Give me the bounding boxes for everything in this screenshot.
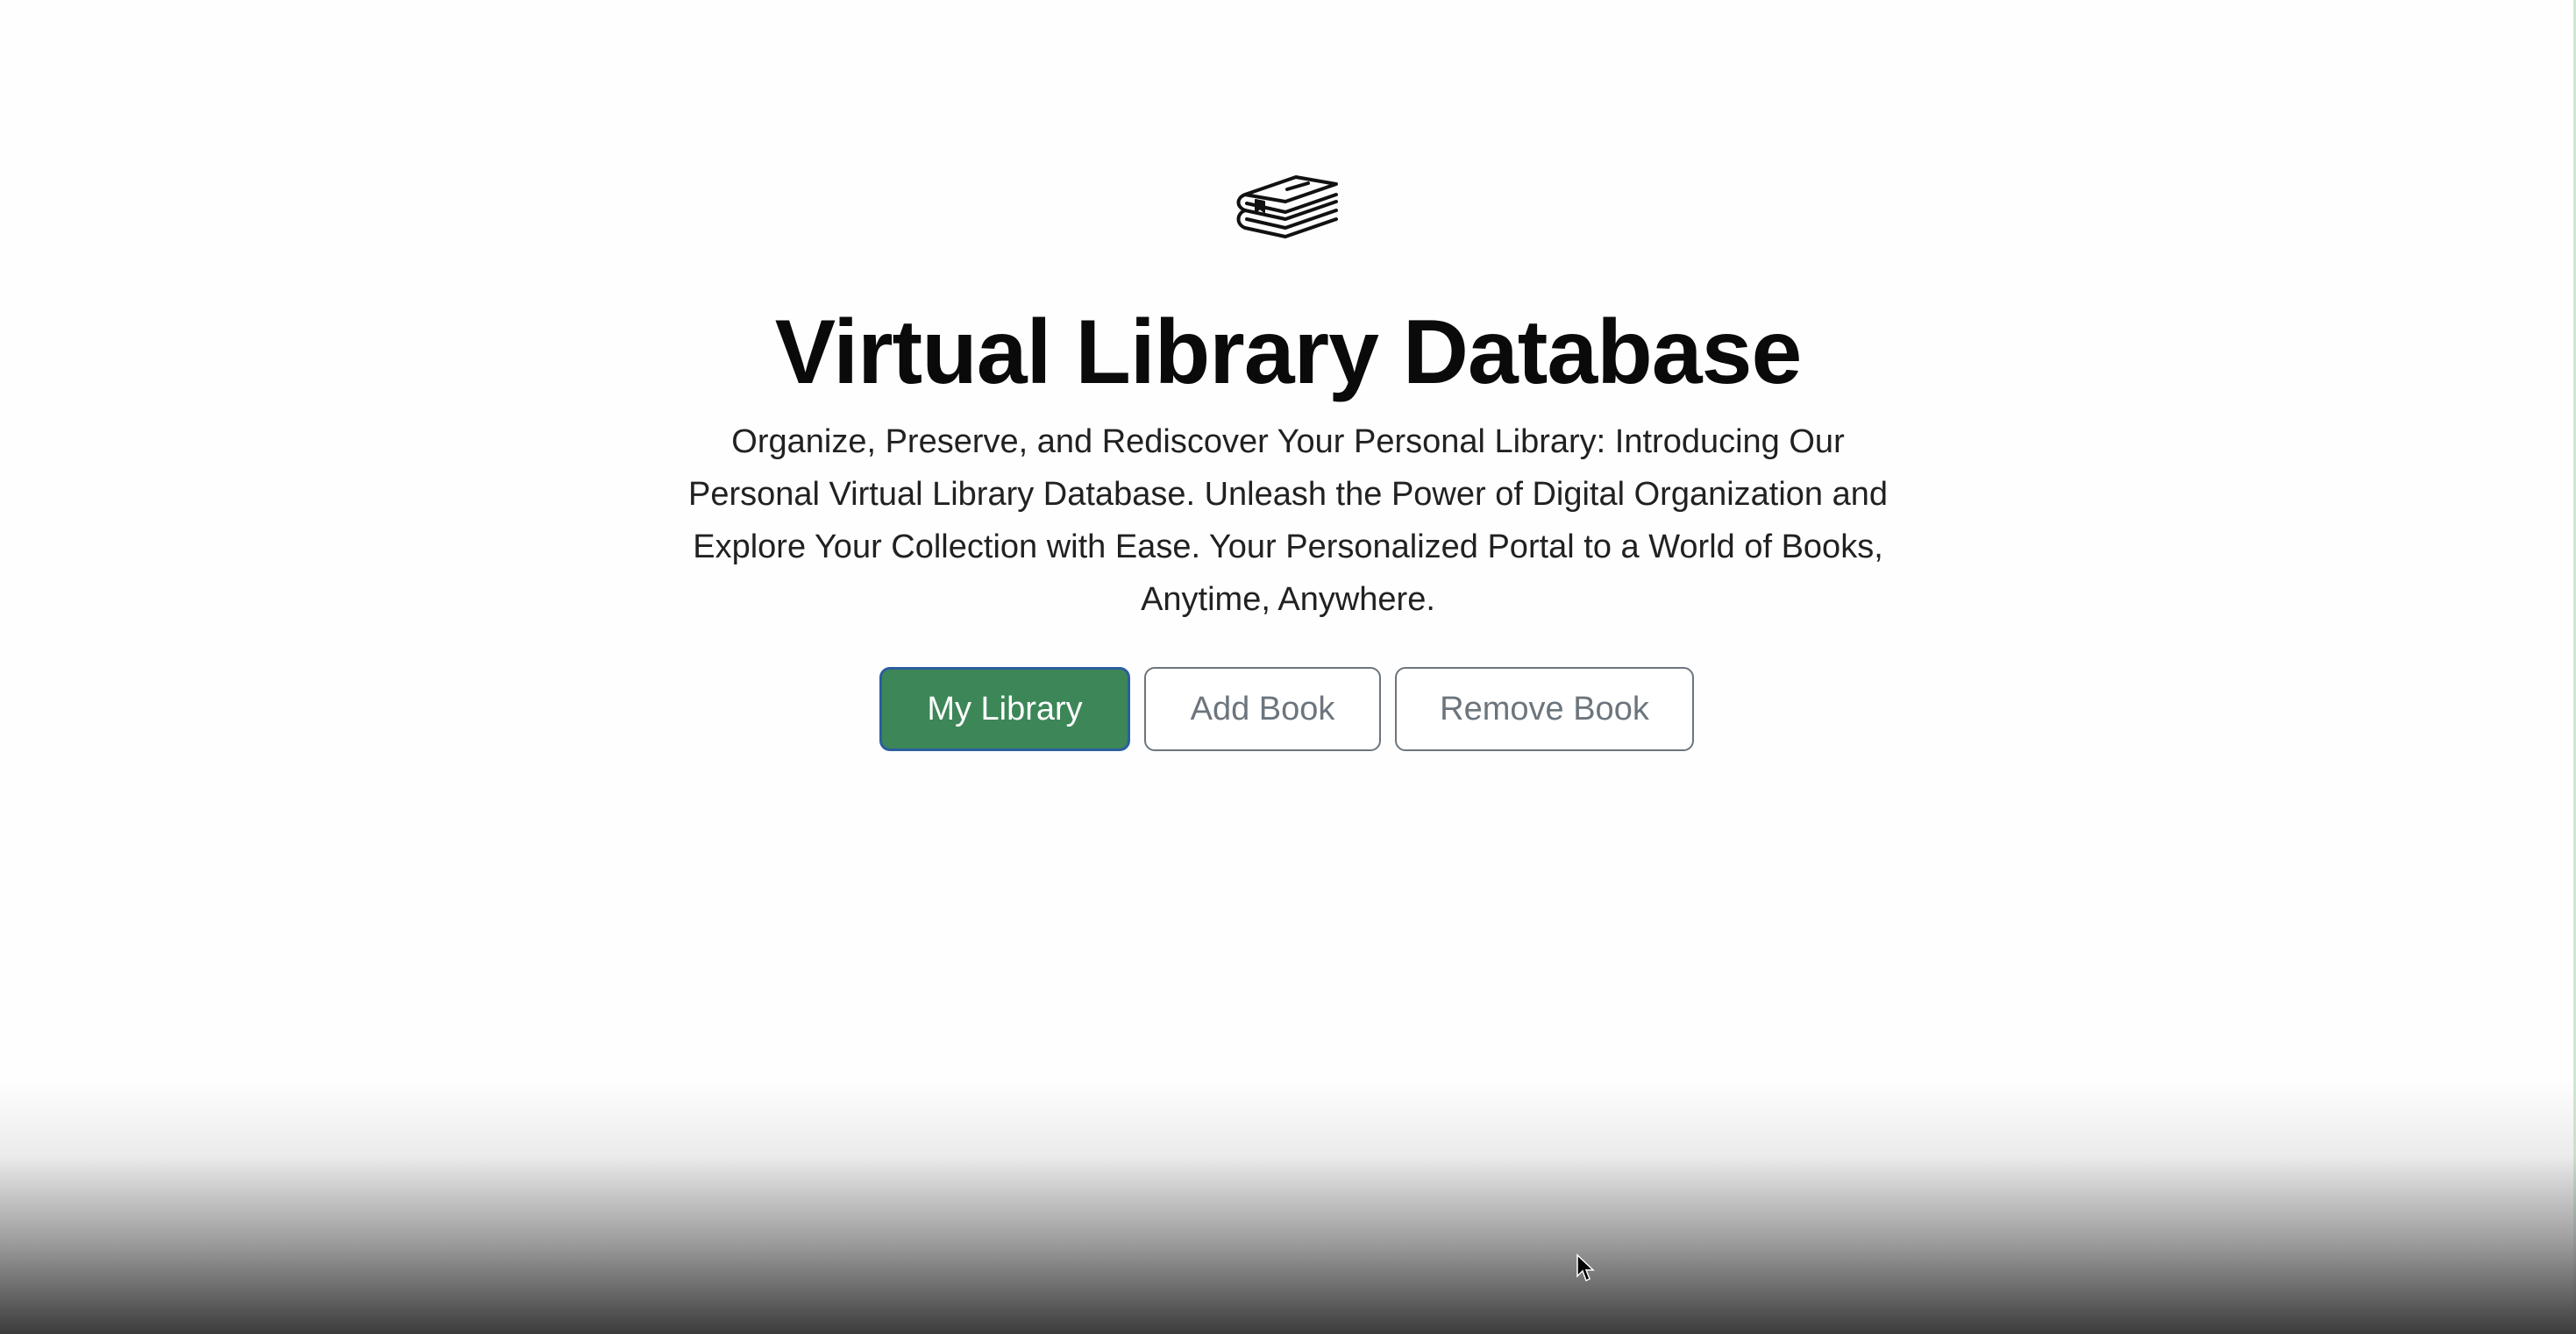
page: Virtual Library Database Organize, Prese… [0,0,2576,1334]
bottom-shadow [0,1080,2576,1334]
mouse-cursor-icon [1576,1253,1595,1282]
hero-description: Organize, Preserve, and Rediscover Your … [687,423,1889,618]
remove-book-button[interactable]: Remove Book [1395,667,1694,751]
books-stack-icon [1236,175,1338,238]
add-book-button[interactable]: Add Book [1144,667,1381,751]
my-library-button[interactable]: My Library [879,667,1130,751]
page-title: Virtual Library Database [774,302,1803,403]
action-buttons: My Library Add Book Remove Book [879,667,1694,751]
